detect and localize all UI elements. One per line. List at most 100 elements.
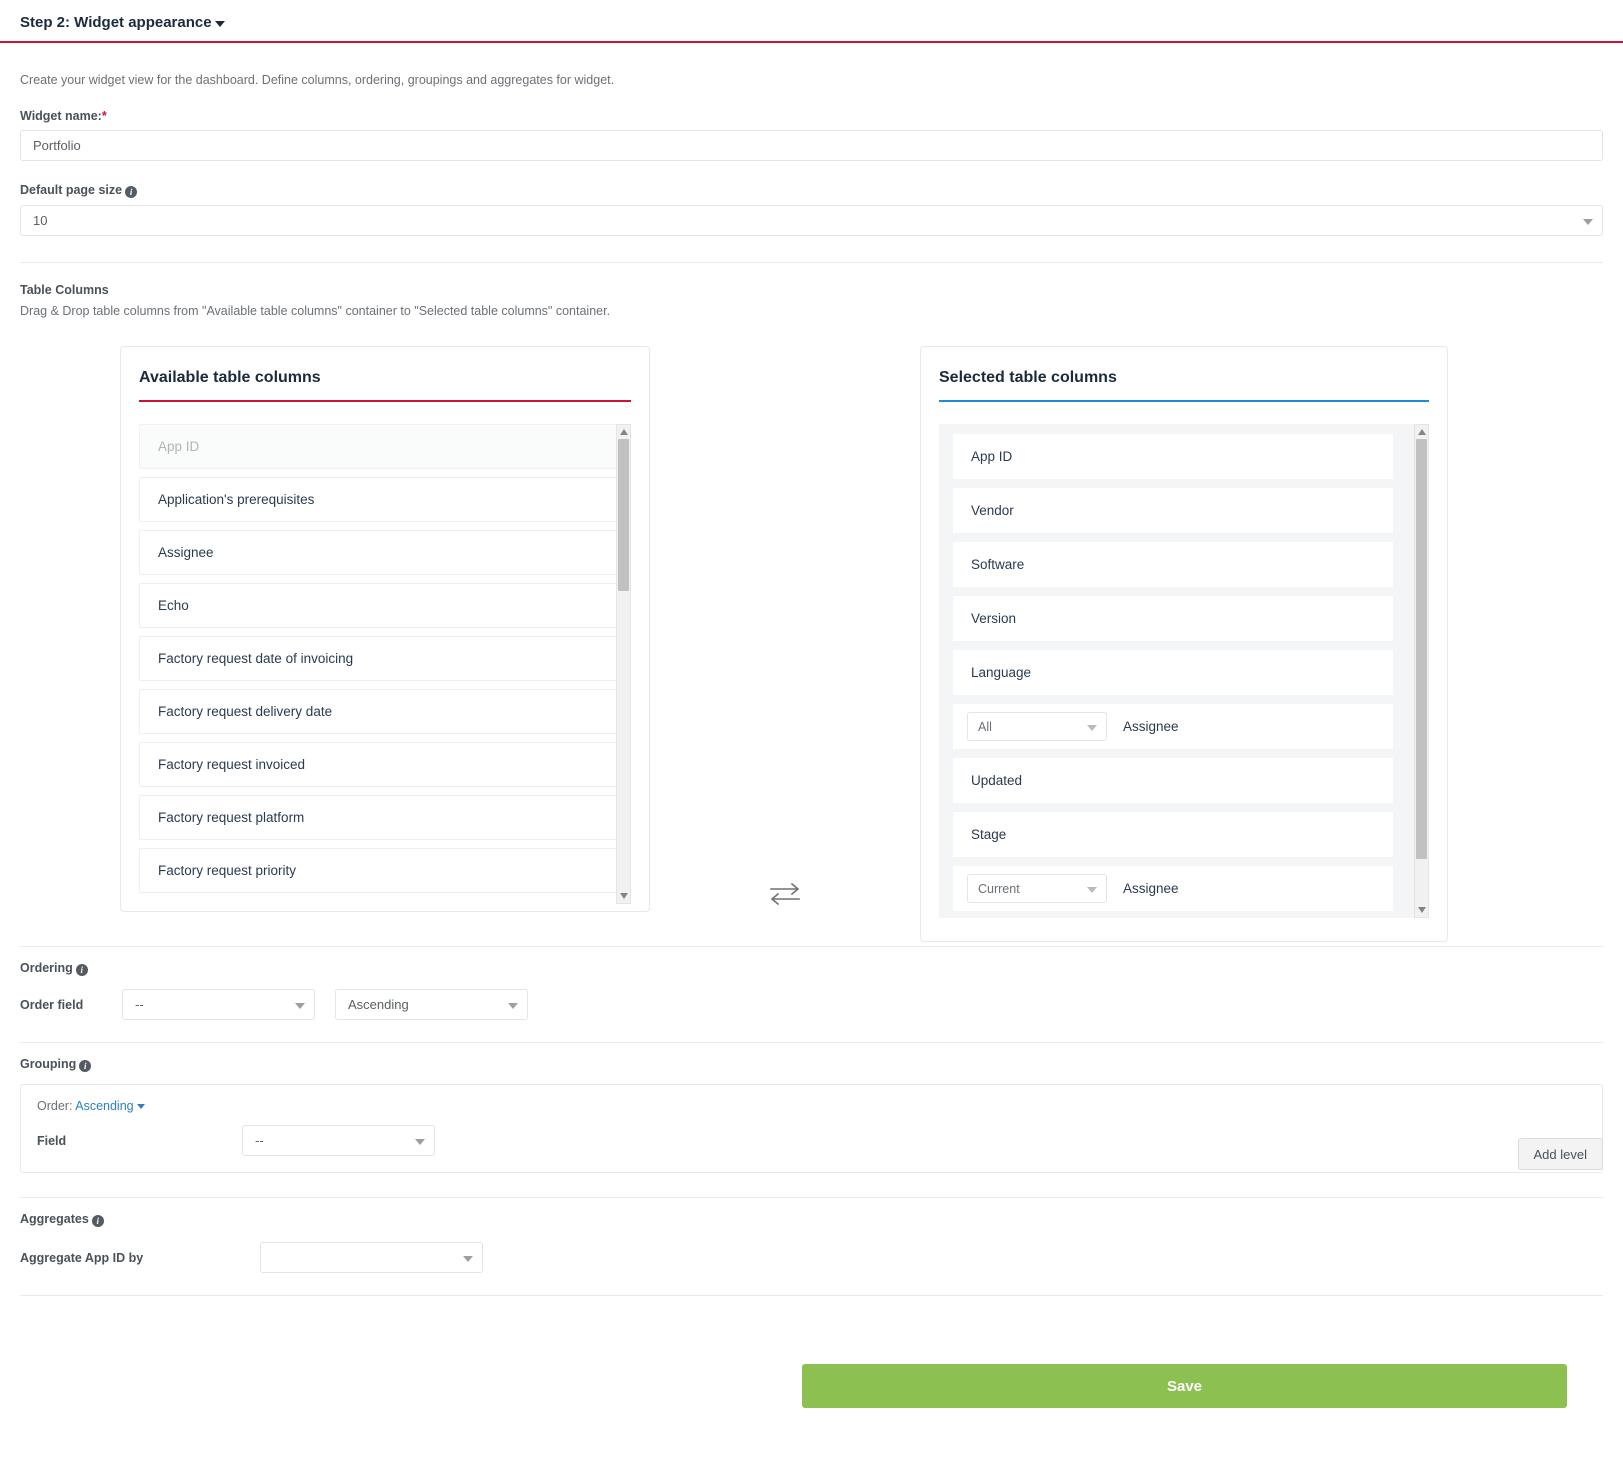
grouping-level-box: Order: Ascending Field -- bbox=[20, 1084, 1603, 1174]
assignee-scope-value: All bbox=[978, 719, 992, 734]
columns-panels: Available table columns App ID Applicati… bbox=[0, 346, 1623, 946]
save-button[interactable]: Save bbox=[802, 1364, 1567, 1408]
chevron-down-icon bbox=[1087, 886, 1097, 893]
order-direction-value: Ascending bbox=[348, 997, 409, 1013]
ordering-section: Ordering i Order field -- Ascending bbox=[0, 961, 1623, 1021]
list-item[interactable]: Factory request date of invoicing bbox=[139, 636, 617, 682]
aggregates-label: Aggregates i bbox=[20, 1212, 1603, 1228]
required-asterisk: * bbox=[101, 109, 107, 124]
caret-down-icon[interactable] bbox=[214, 20, 225, 27]
list-item[interactable]: App ID bbox=[953, 434, 1393, 480]
available-columns-list[interactable]: App ID Application's prerequisites Assig… bbox=[139, 424, 631, 905]
list-item[interactable]: App ID bbox=[139, 424, 617, 470]
list-item-label: Language bbox=[971, 665, 1032, 681]
list-item[interactable]: Updated bbox=[953, 758, 1393, 804]
list-item[interactable]: All Assignee bbox=[953, 704, 1393, 750]
page-title: Step 2: Widget appearance bbox=[20, 14, 212, 32]
page-size-label: Default page size i bbox=[20, 183, 1603, 199]
selected-columns-list[interactable]: App ID Vendor Software Version Language … bbox=[939, 424, 1429, 919]
list-item[interactable]: Version bbox=[953, 596, 1393, 642]
caret-down-icon[interactable] bbox=[136, 1104, 145, 1110]
list-item-label: Factory request delivery date bbox=[158, 704, 333, 720]
grouping-section: Grouping i bbox=[0, 1057, 1623, 1073]
info-icon[interactable]: i bbox=[125, 186, 138, 199]
list-item[interactable]: Current Assignee bbox=[953, 866, 1393, 912]
selected-columns-accent-rule bbox=[939, 400, 1429, 403]
list-item[interactable]: Stage bbox=[953, 812, 1393, 858]
list-item[interactable]: Vendor bbox=[953, 488, 1393, 534]
list-item-label: Version bbox=[971, 611, 1017, 627]
grouping-field-row: Field -- bbox=[37, 1125, 1586, 1157]
chevron-down-icon bbox=[1087, 724, 1097, 731]
list-item[interactable]: Echo bbox=[139, 583, 617, 629]
widget-name-input[interactable] bbox=[20, 130, 1603, 162]
list-item-label: Software bbox=[971, 557, 1025, 573]
list-item-label: Factory request invoiced bbox=[158, 757, 306, 773]
page-size-select-wrap: 10 bbox=[20, 205, 1603, 237]
list-item[interactable]: Factory request invoiced bbox=[139, 742, 617, 788]
transfer-arrows-icon[interactable] bbox=[765, 876, 805, 910]
assignee-scope-select[interactable]: Current bbox=[967, 874, 1107, 904]
divider-top bbox=[20, 262, 1603, 264]
available-list-scrollbar[interactable] bbox=[616, 424, 631, 905]
widget-name-label: Widget name:* bbox=[20, 109, 1603, 123]
order-field-value: -- bbox=[135, 997, 144, 1013]
list-item[interactable]: Factory request delivery date bbox=[139, 689, 617, 735]
list-item[interactable]: Application's prerequisites bbox=[139, 477, 617, 523]
add-level-button[interactable]: Add level bbox=[1517, 1138, 1603, 1170]
grouping-label: Grouping i bbox=[20, 1057, 1603, 1073]
selected-list-scrollbar[interactable] bbox=[1414, 424, 1429, 919]
grouping-field-value: -- bbox=[255, 1133, 264, 1149]
list-item[interactable]: Language bbox=[953, 650, 1393, 696]
info-icon[interactable]: i bbox=[91, 1215, 104, 1228]
selected-columns-title: Selected table columns bbox=[939, 369, 1117, 387]
page-size-label-text: Default page size bbox=[20, 183, 123, 198]
selected-columns-panel: Selected table columns App ID Vendor Sof… bbox=[920, 346, 1448, 943]
scroll-up-icon[interactable] bbox=[1418, 429, 1426, 436]
scroll-down-icon[interactable] bbox=[620, 893, 628, 900]
list-item-label: App ID bbox=[971, 449, 1013, 465]
grouping-label-text: Grouping bbox=[20, 1057, 77, 1072]
order-field-select[interactable]: -- bbox=[122, 989, 315, 1021]
info-icon[interactable]: i bbox=[75, 964, 88, 977]
ordering-label-text: Ordering bbox=[20, 961, 73, 976]
table-columns-description: Drag & Drop table columns from "Availabl… bbox=[20, 304, 611, 319]
divider-aggregates bbox=[20, 1197, 1603, 1199]
list-item-label: Assignee bbox=[1123, 881, 1179, 897]
chevron-down-icon bbox=[508, 1002, 518, 1009]
list-item[interactable]: Assignee bbox=[139, 530, 617, 576]
page-size-value: 10 bbox=[33, 213, 48, 229]
aggregate-by-select[interactable] bbox=[260, 1242, 483, 1274]
scrollbar-thumb[interactable] bbox=[1416, 439, 1427, 860]
ordering-label: Ordering i bbox=[20, 961, 1603, 977]
info-icon[interactable]: i bbox=[79, 1060, 92, 1073]
grouping-field-select[interactable]: -- bbox=[242, 1125, 435, 1157]
aggregate-by-label: Aggregate App ID by bbox=[20, 1250, 144, 1265]
scroll-up-icon[interactable] bbox=[620, 429, 628, 436]
table-columns-header: Table Columns Drag & Drop table columns … bbox=[0, 283, 1623, 318]
available-columns-panel: Available table columns App ID Applicati… bbox=[120, 346, 650, 913]
list-item[interactable]: Software bbox=[953, 542, 1393, 588]
grouping-order-link[interactable]: Ascending bbox=[75, 1099, 133, 1113]
order-field-label: Order field bbox=[20, 997, 84, 1012]
list-item[interactable]: Factory request platform bbox=[139, 795, 617, 841]
divider-ordering bbox=[20, 946, 1603, 948]
chevron-down-icon bbox=[415, 1138, 425, 1145]
assignee-scope-select[interactable]: All bbox=[967, 712, 1107, 742]
page-size-select[interactable]: 10 bbox=[20, 205, 1603, 237]
list-item[interactable]: Factory request priority bbox=[139, 848, 617, 894]
table-columns-title: Table Columns bbox=[20, 283, 109, 298]
list-item-label: Application's prerequisites bbox=[158, 492, 315, 508]
widget-name-label-text: Widget name: bbox=[20, 109, 102, 124]
order-direction-select[interactable]: Ascending bbox=[335, 989, 528, 1021]
step-description: Create your widget view for the dashboar… bbox=[20, 73, 615, 88]
chevron-down-icon bbox=[1583, 218, 1593, 225]
available-columns-title: Available table columns bbox=[139, 369, 321, 387]
list-item-label: Vendor bbox=[971, 503, 1014, 519]
list-item-label: App ID bbox=[158, 439, 200, 455]
list-item-label: Assignee bbox=[158, 545, 214, 561]
list-item-label: Factory request priority bbox=[158, 863, 297, 879]
list-item-label: Stage bbox=[971, 827, 1007, 843]
scrollbar-thumb[interactable] bbox=[618, 439, 629, 592]
scroll-down-icon[interactable] bbox=[1418, 907, 1426, 914]
